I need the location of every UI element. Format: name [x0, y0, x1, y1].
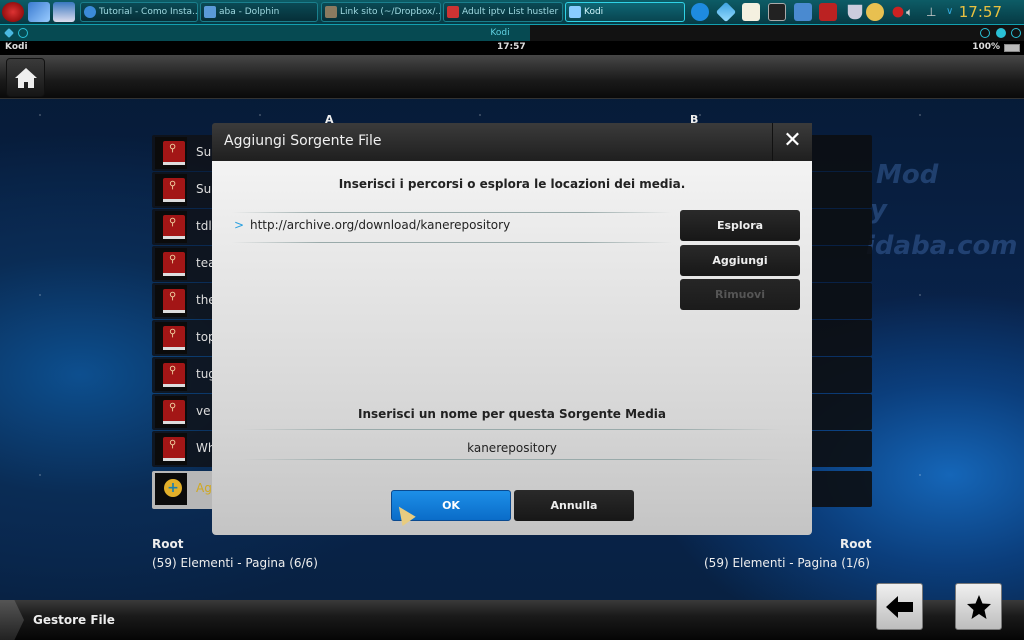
source-drive-icon [163, 178, 185, 202]
source-drive-icon [163, 289, 185, 313]
minimize-button[interactable] [980, 28, 990, 38]
system-clock[interactable]: 17:57 [959, 2, 1002, 22]
source-name-input[interactable]: kanerepository [212, 441, 812, 455]
dialog-body: Inserisci i percorsi o esplora le locazi… [212, 161, 812, 535]
add-icon: + [164, 479, 182, 497]
skype-icon[interactable] [794, 3, 812, 21]
source-drive-icon [163, 326, 185, 350]
shield-icon[interactable] [847, 4, 863, 20]
volume-icon[interactable]: 🔈︎ [906, 3, 924, 21]
editor-icon [325, 6, 337, 18]
top-bar [0, 55, 1024, 99]
chevron-right-icon: > [234, 218, 245, 232]
source-drive-icon [163, 363, 185, 387]
right-path-label: Root [840, 537, 872, 551]
app-menu-icon[interactable] [2, 2, 24, 22]
teamviewer-icon[interactable] [691, 3, 709, 21]
remove-path-button[interactable]: Rimuovi [680, 279, 800, 310]
source-drive-icon [163, 215, 185, 239]
watermark-text: y [870, 195, 887, 225]
task-adult-iptv[interactable]: Adult iptv List hustler ... [443, 2, 563, 22]
close-dialog-button[interactable]: ✕ [772, 123, 812, 161]
battery-percent: 100% [972, 42, 1000, 52]
app-icon [447, 6, 459, 18]
terminal-icon[interactable] [768, 3, 786, 21]
dolphin-icon [204, 6, 216, 18]
add-path-button[interactable]: Aggiungi [680, 245, 800, 276]
path-value: http://archive.org/download/kanereposito… [250, 218, 511, 232]
source-drive-icon [163, 400, 185, 424]
source-drive-icon [163, 252, 185, 276]
desktop-icon[interactable] [28, 2, 50, 22]
dialog-title: Aggiungi Sorgente File [224, 133, 382, 149]
kodi-time: 17:57 [497, 42, 526, 52]
star-icon [966, 594, 991, 619]
bottom-bar: Gestore File [0, 600, 1024, 640]
close-window-button[interactable] [1011, 28, 1021, 38]
pin-icon[interactable] [18, 28, 28, 38]
task-tutorial[interactable]: Tutorial - Como Insta... [80, 2, 198, 22]
kodi-status-bar: Kodi 17:57 100% [0, 41, 1024, 55]
window-title: Kodi [0, 25, 530, 41]
source-drive-icon [163, 141, 185, 165]
source-drive-icon [163, 437, 185, 461]
cancel-button[interactable]: Annulla [514, 490, 634, 521]
home-button[interactable] [6, 58, 45, 97]
kodi-file-manager: A B Mod y idaba.com Su Su tdl tea the to… [0, 55, 1024, 640]
kodi-launcher-icon[interactable] [715, 1, 737, 23]
window-titlebar: Kodi [0, 25, 1024, 41]
eye-app-icon[interactable] [819, 3, 837, 21]
home-icon [14, 67, 37, 88]
battery-icon [1004, 44, 1020, 52]
task-link-sito[interactable]: Link sito (~/Dropbox/... [321, 2, 441, 22]
path-list-item[interactable]: > http://archive.org/download/kanereposi… [234, 215, 664, 239]
maximize-button[interactable] [996, 28, 1006, 38]
left-items-info: (59) Elementi - Pagina (6/6) [152, 556, 318, 570]
add-source-dialog: Aggiungi Sorgente File ✕ Inserisci i per… [212, 123, 812, 535]
system-taskbar: Tutorial - Como Insta... aba - Dolphin L… [0, 0, 1024, 25]
network-icon[interactable]: ⊥ [926, 3, 944, 21]
watermark-text: idaba.com [866, 231, 1018, 261]
mega-icon[interactable] [892, 6, 904, 18]
favourites-button[interactable] [955, 583, 1002, 630]
section-arrow-icon [0, 600, 24, 640]
name-heading: Inserisci un nome per questa Sorgente Me… [358, 407, 666, 421]
browser-icon [84, 6, 96, 18]
left-path-label: Root [152, 537, 184, 551]
dialog-header: Aggiungi Sorgente File ✕ [212, 123, 812, 161]
browse-button[interactable]: Esplora [680, 210, 800, 241]
close-icon: ✕ [783, 128, 802, 153]
kodi-icon [569, 6, 581, 18]
task-kodi[interactable]: Kodi [565, 2, 685, 22]
task-dolphin[interactable]: aba - Dolphin [200, 2, 318, 22]
text-editor-icon[interactable] [742, 3, 760, 21]
file-manager-icon[interactable] [53, 2, 75, 22]
watermark-text: Mod [876, 160, 939, 190]
paths-heading: Inserisci i percorsi o esplora le locazi… [338, 177, 686, 191]
kodi-app-name: Kodi [5, 42, 28, 52]
back-arrow-icon [885, 595, 913, 618]
section-title: Gestore File [33, 613, 115, 627]
right-items-info: (59) Elementi - Pagina (1/6) [704, 556, 870, 570]
back-button[interactable] [876, 583, 923, 630]
notification-icon[interactable] [866, 3, 884, 21]
